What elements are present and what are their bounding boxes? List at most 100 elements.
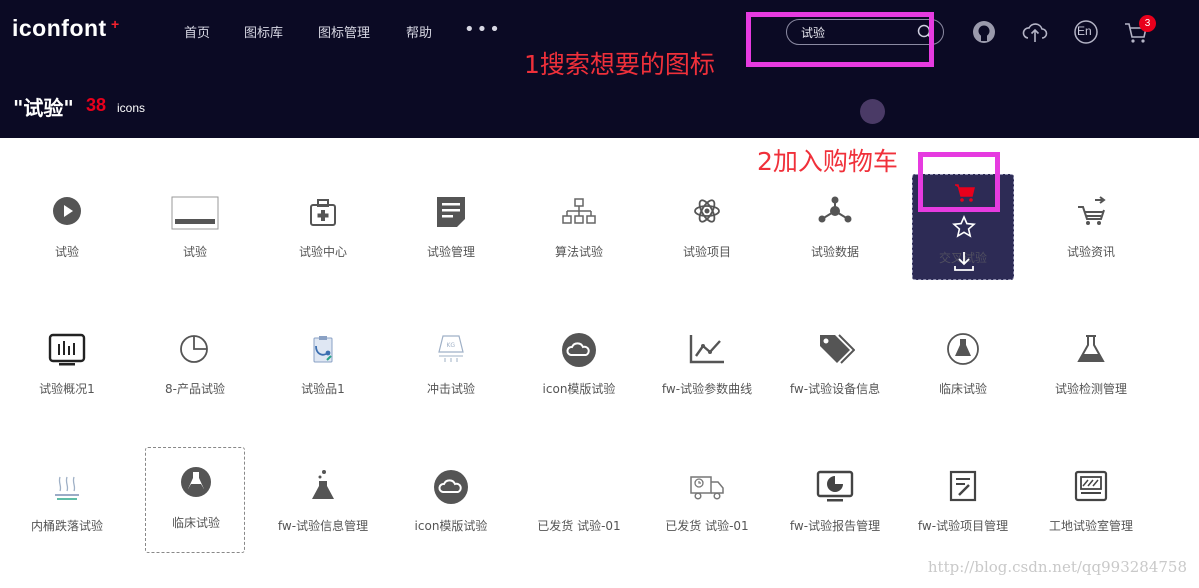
- language-label: En: [1077, 24, 1092, 38]
- icon-label: 冲击试验: [426, 382, 475, 396]
- weight-kg-icon: KG: [438, 335, 464, 362]
- icon-label: 已发货 试验-01: [537, 519, 621, 533]
- cart-count-badge: 3: [1139, 15, 1156, 32]
- icon-card[interactable]: 试验: [145, 177, 245, 283]
- flask-icon: [1077, 335, 1105, 362]
- cart-arrow-icon: [1078, 196, 1106, 225]
- medical-bag-icon: [310, 199, 336, 226]
- search-results-count: 38: [86, 95, 107, 115]
- logo[interactable]: iconfont: [12, 15, 107, 42]
- atom-icon: [694, 199, 720, 223]
- icon-label: 试验检测管理: [1054, 382, 1127, 396]
- annotation-box-cart: [918, 152, 1000, 212]
- icon-card[interactable]: fw-试验报告管理: [785, 451, 885, 557]
- play-circle-icon: [53, 197, 81, 225]
- icon-card[interactable]: 已发货 试验-01: [529, 451, 629, 557]
- drop-test-icon: [55, 476, 79, 500]
- icon-card[interactable]: 8-产品试验: [145, 314, 245, 420]
- icon-card[interactable]: fw-试验参数曲线: [657, 314, 757, 420]
- report-monitor-icon: [816, 470, 854, 502]
- svg-text:KG: KG: [447, 342, 456, 349]
- icon-card[interactable]: fw-试验项目管理: [913, 451, 1013, 557]
- annotation-step1: 1搜索想要的图标: [524, 50, 715, 79]
- nav-home[interactable]: 首页: [184, 22, 210, 41]
- icon-label: fw-试验信息管理: [277, 519, 369, 533]
- icon-card[interactable]: icon模版试验: [529, 314, 629, 420]
- github-icon[interactable]: [970, 18, 998, 46]
- icon-label: 临床试验: [171, 516, 220, 530]
- more-menu-button[interactable]: •••: [464, 19, 502, 40]
- icon-card[interactable]: 工地试验室管理: [1041, 451, 1141, 557]
- nav-icon-library[interactable]: 图标库: [244, 22, 283, 41]
- icon-label: icon模版试验: [414, 519, 488, 533]
- icon-card[interactable]: fw-试验设备信息: [785, 314, 885, 420]
- icon-card[interactable]: 试验: [17, 177, 117, 283]
- note-pen-icon: [949, 470, 977, 502]
- icon-card[interactable]: 试验品1: [273, 314, 373, 420]
- icon-card[interactable]: KG 冲击试验: [401, 314, 501, 420]
- icon-label: 算法试验: [554, 245, 603, 259]
- search-results-title: "试验": [13, 96, 74, 120]
- icon-card[interactable]: 算法试验: [529, 177, 629, 283]
- icon-label: 试验管理: [426, 245, 475, 259]
- icon-card[interactable]: icon模版试验: [401, 451, 501, 557]
- document-icon: [437, 197, 465, 227]
- icon-label: 试验: [54, 245, 79, 259]
- icon-label: fw-试验设备信息: [789, 382, 881, 396]
- icon-label: 临床试验: [938, 382, 987, 396]
- mouse-cursor-highlight: [860, 99, 885, 124]
- icon-label: 内桶跌落试验: [30, 519, 103, 533]
- download-icon[interactable]: [952, 249, 976, 273]
- banner-icon: [171, 196, 219, 230]
- network-icon: [818, 196, 852, 223]
- tags-icon: [820, 334, 855, 364]
- icon-label: 试验项目: [682, 245, 731, 259]
- annotation-box-search: [746, 12, 934, 67]
- icon-label: fw-试验参数曲线: [661, 382, 753, 396]
- upload-cloud-icon[interactable]: [1021, 18, 1049, 46]
- truck-clock-icon: [690, 476, 724, 500]
- icon-label: fw-试验项目管理: [917, 519, 1009, 533]
- cloud-circle-icon: [562, 333, 596, 367]
- logo-mark: +: [111, 16, 120, 32]
- icon-card[interactable]: 试验项目: [657, 177, 757, 283]
- pie-icon: [180, 335, 208, 363]
- icon-label: 试验: [182, 245, 207, 259]
- icon-label: 已发货 试验-01: [665, 519, 749, 533]
- icon-card[interactable]: 已发货 试验-01: [657, 451, 757, 557]
- nav-icon-manage[interactable]: 图标管理: [318, 22, 370, 41]
- icon-label: 试验品1: [301, 382, 345, 396]
- line-chart-icon: [689, 335, 724, 364]
- icon-label: 试验数据: [810, 245, 859, 259]
- cloud-circle-icon: [434, 470, 468, 504]
- language-toggle[interactable]: En: [1072, 18, 1100, 46]
- icon-card[interactable]: 试验数据: [785, 177, 885, 283]
- icon-label: 工地试验室管理: [1048, 519, 1133, 533]
- watermark: http://blog.csdn.net/qq993284758: [927, 558, 1187, 576]
- icon-card[interactable]: 临床试验: [913, 314, 1013, 420]
- search-results-unit: icons: [117, 101, 146, 115]
- icon-card[interactable]: 试验检测管理: [1041, 314, 1141, 420]
- icon-card[interactable]: 试验中心: [273, 177, 373, 283]
- icon-card[interactable]: 内桶跌落试验: [17, 451, 117, 557]
- icon-label: 试验资讯: [1066, 245, 1115, 259]
- lab-cabinet-icon: [1074, 470, 1108, 502]
- clipboard-stethoscope-icon: [313, 336, 333, 363]
- icon-label: 试验概况1: [39, 382, 95, 396]
- org-tree-icon: [562, 198, 596, 224]
- nav-help[interactable]: 帮助: [406, 22, 432, 41]
- flask-circle-filled-icon: [181, 467, 211, 497]
- annotation-step2: 2加入购物车: [757, 147, 898, 176]
- icon-card[interactable]: 试验资讯: [1041, 177, 1141, 283]
- icon-card[interactable]: 试验概况1: [17, 314, 117, 420]
- icon-card[interactable]: 试验管理: [401, 177, 501, 283]
- icon-card-selected[interactable]: 临床试验: [145, 447, 245, 553]
- icon-label: icon模版试验: [542, 382, 616, 396]
- monitor-bars-icon: [48, 333, 86, 366]
- icon-label: 试验中心: [298, 245, 347, 259]
- flask-circle-outline-icon: [947, 333, 979, 365]
- icon-label: fw-试验报告管理: [789, 519, 881, 533]
- favorite-star-icon[interactable]: [952, 215, 976, 239]
- icon-label: 8-产品试验: [165, 382, 225, 396]
- icon-card[interactable]: fw-试验信息管理: [273, 451, 373, 557]
